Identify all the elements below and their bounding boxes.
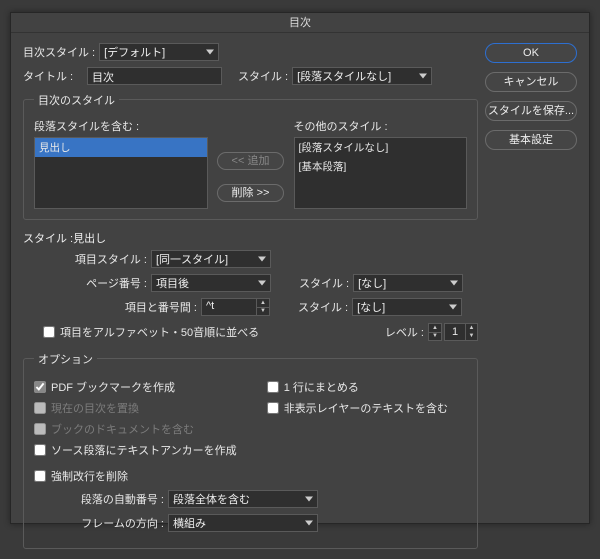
auto-num-select[interactable]: 段落全体を含む <box>168 490 318 508</box>
title-style-select[interactable]: [段落スタイルなし] <box>292 67 432 85</box>
text-anchor-checkbox[interactable]: ソース段落にテキストアンカーを作成 <box>34 440 237 460</box>
options-group: オプション PDF ブックマークを作成 現在の目次を置換 ブックのドキュメントを… <box>23 358 478 549</box>
fewer-options-button[interactable]: 基本設定 <box>485 130 577 150</box>
pdf-bookmark-checkbox[interactable]: PDF ブックマークを作成 <box>34 377 237 397</box>
between-style-select[interactable]: [なし] <box>352 298 462 316</box>
between-input[interactable]: ^t <box>201 298 257 316</box>
page-num-label: ページ番号 : <box>43 275 147 291</box>
frame-dir-label: フレームの方向 : <box>64 515 164 531</box>
hidden-layers-checkbox[interactable]: 非表示レイヤーのテキストを含む <box>267 398 448 418</box>
ok-button[interactable]: OK <box>485 43 577 63</box>
other-listbox[interactable]: [段落スタイルなし] [基本段落] <box>294 137 468 209</box>
entry-style-select[interactable]: [同一スタイル] <box>151 250 271 268</box>
remove-forced-checkbox[interactable]: 強制改行を削除 <box>34 466 128 486</box>
cancel-button[interactable]: キャンセル <box>485 72 577 92</box>
style-detail-head: スタイル :見出し <box>23 230 478 246</box>
frame-dir-select[interactable]: 横組み <box>168 514 318 532</box>
auto-num-label: 段落の自動番号 : <box>64 491 164 507</box>
between-style-label: スタイル : <box>298 299 348 315</box>
between-label: 項目と番号間 : <box>43 299 197 315</box>
level-nudge[interactable]: ▲▼ <box>428 323 442 341</box>
title-input[interactable]: 目次 <box>87 67 222 85</box>
page-num-style-select[interactable]: [なし] <box>353 274 463 292</box>
entry-style-label: 項目スタイル : <box>43 251 147 267</box>
include-book-checkbox: ブックのドキュメントを含む <box>34 419 237 439</box>
list-item[interactable]: 見出し <box>35 138 207 157</box>
page-num-style-label: スタイル : <box>299 275 349 291</box>
save-style-button[interactable]: スタイルを保存... <box>485 101 577 121</box>
level-label: レベル : <box>385 324 424 340</box>
run-in-checkbox[interactable]: 1 行にまとめる <box>267 377 448 397</box>
between-flyout[interactable]: ▲▼ <box>256 298 270 316</box>
add-button[interactable]: << 追加 <box>217 152 285 170</box>
level-stepper[interactable]: 1 ▲▼ <box>444 323 478 341</box>
replace-toc-checkbox: 現在の目次を置換 <box>34 398 237 418</box>
button-column: OK キャンセル スタイルを保存... 基本設定 <box>485 43 577 159</box>
toc-style-select[interactable]: [デフォルト] <box>99 43 219 61</box>
other-label: その他のスタイル : <box>294 118 468 134</box>
title-label: タイトル : <box>23 68 83 84</box>
title-style-label: スタイル : <box>238 68 288 84</box>
list-item[interactable]: [基本段落] <box>295 157 467 176</box>
sort-checkbox[interactable]: 項目をアルファベット・50音順に並べる <box>43 322 259 342</box>
page-num-select[interactable]: 項目後 <box>151 274 271 292</box>
toc-dialog: 目次 OK キャンセル スタイルを保存... 基本設定 目次スタイル : [デフ… <box>10 12 590 524</box>
include-listbox[interactable]: 見出し <box>34 137 208 209</box>
toc-style-label: 目次スタイル : <box>23 44 95 60</box>
include-label: 段落スタイルを含む : <box>34 118 208 134</box>
remove-button[interactable]: 削除 >> <box>217 184 285 202</box>
toc-styles-group: 目次のスタイル 段落スタイルを含む : 見出し << 追加 削除 >> その他の… <box>23 99 478 220</box>
group-legend: 目次のスタイル <box>34 92 119 108</box>
list-item[interactable]: [段落スタイルなし] <box>295 138 467 157</box>
dialog-title: 目次 <box>11 13 589 33</box>
options-legend: オプション <box>34 351 97 367</box>
